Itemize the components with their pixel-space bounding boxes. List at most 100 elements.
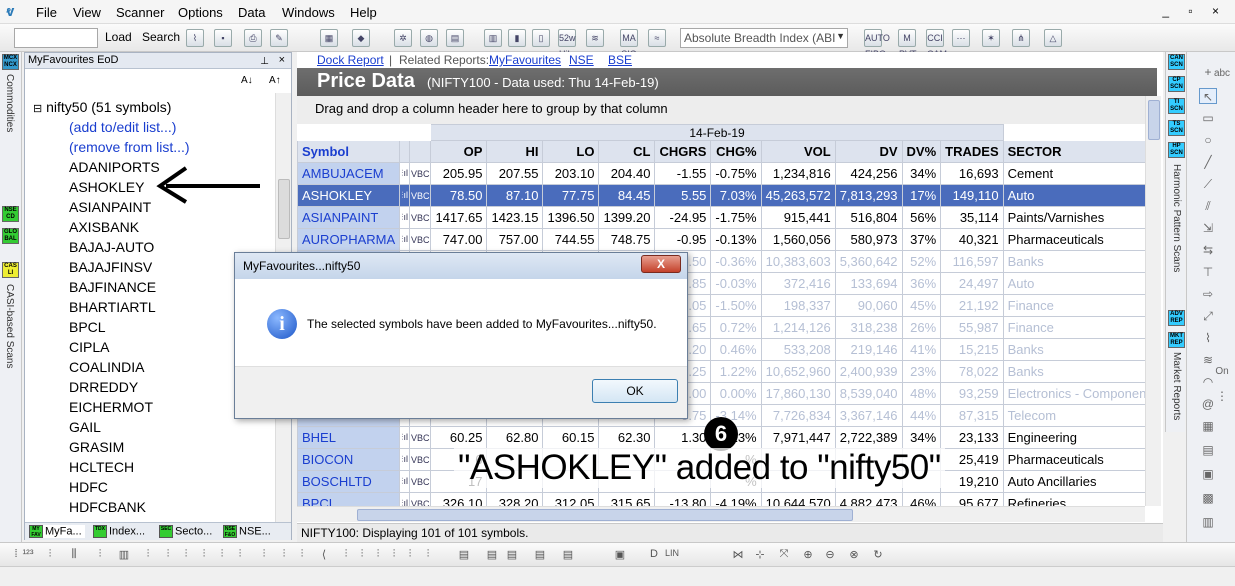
bottom-tool-icon[interactable]: ↻	[870, 548, 886, 562]
favourite-symbol[interactable]: HDFC	[69, 477, 190, 497]
vbc-icon[interactable]: VBC	[408, 448, 432, 471]
bottom-tool-icon[interactable]: ⫶	[256, 548, 272, 562]
scroll-thumb[interactable]	[278, 179, 290, 239]
favourite-symbol[interactable]: BAJAJ-AUTO	[69, 237, 190, 257]
channel-icon[interactable]: ⫽	[1199, 198, 1217, 214]
column-header[interactable]: DV	[834, 140, 903, 163]
triangle-icon[interactable]: △	[1044, 29, 1062, 47]
table-cell[interactable]: BOSCHLTD	[297, 470, 401, 493]
menu-file[interactable]: File	[36, 5, 57, 20]
report-icon[interactable]: ▤	[446, 29, 464, 47]
favourite-symbol[interactable]: GAIL	[69, 417, 190, 437]
save-icon[interactable]: ▪	[214, 29, 232, 47]
mkt-rep-badge[interactable]: MKT REP	[1168, 332, 1185, 348]
cci-cam-icon[interactable]: CCI CAM	[926, 29, 947, 59]
bottom-tool-icon[interactable]: ⫶	[354, 548, 370, 562]
commodities-tab[interactable]: Commodities	[4, 74, 15, 132]
ti-scan-badge[interactable]: TI SCN	[1168, 98, 1185, 114]
fib-icon[interactable]: ▤	[1199, 442, 1217, 458]
bottom-tool-icon[interactable]: ⫶	[214, 548, 230, 562]
table-row[interactable]: ASHOKLEY ⫶ıl VBC 78.50 87.10 77.75 84.45 5.55 7.…	[297, 184, 1145, 207]
text-tool-icon[interactable]: abc	[1213, 66, 1231, 82]
vbc-icon[interactable]: VBC	[408, 228, 432, 251]
vbc-icon[interactable]: VBC	[408, 162, 432, 185]
vbc-icon[interactable]: VBC	[408, 426, 432, 449]
table-cell[interactable]: AUROPHARMA	[297, 228, 401, 251]
bottom-tool-icon[interactable]: ⫼	[66, 548, 82, 562]
column-header[interactable]: LO	[542, 140, 600, 163]
bse-link[interactable]: BSE	[608, 52, 632, 68]
symbol-input[interactable]	[14, 28, 98, 48]
column-header[interactable]: TRADES	[940, 140, 1004, 163]
dock-report-link[interactable]: Dock Report	[317, 52, 384, 68]
bottom-tool-icon[interactable]: ⤧	[776, 548, 792, 562]
ellipse-icon[interactable]: ○	[1199, 132, 1217, 148]
pattern-icon[interactable]: ⤢	[1199, 308, 1217, 324]
bottom-tool-icon[interactable]: ▤	[532, 548, 548, 562]
bottom-tool-icon[interactable]: ⫶	[160, 548, 176, 562]
favourite-symbol[interactable]: GRASIM	[69, 437, 190, 457]
table-cell[interactable]: ASHOKLEY	[297, 184, 401, 207]
bottom-tool-icon[interactable]: ⫶	[420, 548, 436, 562]
favourite-symbol[interactable]: BHARTIARTL	[69, 297, 190, 317]
group-by-area[interactable]: Drag and drop a column header here to gr…	[297, 96, 1145, 124]
bottom-tool-icon[interactable]: ▤	[484, 548, 500, 562]
print-icon[interactable]: ⎙	[244, 29, 262, 47]
favourite-symbol[interactable]: DRREDDY	[69, 377, 190, 397]
column-header[interactable]: OP	[430, 140, 488, 163]
table-row[interactable]: ASIANPAINT ⫶ıl VBC 1417.65 1423.15 1396.50 139…	[297, 206, 1145, 229]
on-toggle[interactable]: On	[1213, 364, 1231, 380]
globe-icon[interactable]: ◍	[420, 29, 438, 47]
casi-scans-tab[interactable]: CASI-based Scans	[4, 284, 15, 369]
tab-myfavourites[interactable]: MY FAV MyFa...	[29, 525, 85, 538]
close-icon[interactable]: ×	[279, 53, 285, 68]
favourite-symbol[interactable]: BPCL	[69, 317, 190, 337]
vbc-icon[interactable]: VBC	[408, 206, 432, 229]
network-icon[interactable]: ✲	[394, 29, 412, 47]
bottom-tool-icon[interactable]: ⊖	[822, 548, 838, 562]
grid-icon[interactable]: ▦	[1199, 418, 1217, 434]
linear-scale-toggle[interactable]: LIN	[660, 548, 684, 562]
table-cell[interactable]: ASIANPAINT	[297, 206, 401, 229]
grid-horizontal-scrollbar[interactable]	[297, 506, 1145, 522]
favourite-symbol[interactable]: HDFCBANK	[69, 497, 190, 517]
can-scan-badge[interactable]: CAN SCN	[1168, 54, 1185, 70]
sort-asc-button[interactable]: A↓	[241, 75, 253, 86]
line-icon[interactable]: ╱	[1199, 154, 1217, 170]
chart-icon[interactable]: ⌇	[186, 29, 204, 47]
scroll-thumb[interactable]	[357, 509, 853, 521]
bottom-tool-icon[interactable]: ⫶	[338, 548, 354, 562]
menu-scanner[interactable]: Scanner	[116, 5, 164, 20]
mini-chart-icon[interactable]: ⫶ıl	[399, 206, 410, 229]
zigzag-icon[interactable]: ⌇	[1199, 330, 1217, 346]
favourite-symbol[interactable]: AXISBANK	[69, 217, 190, 237]
box-icon[interactable]: ▣	[1199, 466, 1217, 482]
mini-chart-icon[interactable]: ⫶ıl	[399, 448, 410, 471]
table-row[interactable]: AMBUJACEM ⫶ıl VBC 205.95 207.55 203.10 204.40-…	[297, 162, 1145, 185]
marker-icon[interactable]: ⇨	[1199, 286, 1217, 302]
menu-windows[interactable]: Windows	[282, 5, 335, 20]
candles-icon[interactable]: ▮	[508, 29, 526, 47]
global-badge[interactable]: GLO BAL	[2, 228, 19, 244]
move-icon[interactable]: ⇆	[1199, 242, 1217, 258]
add-edit-list-link[interactable]: (add to/edit list...)	[33, 117, 190, 137]
table-cell[interactable]: BHEL	[297, 426, 401, 449]
pivot-icon[interactable]: M PVT	[898, 29, 917, 59]
bottom-tool-icon[interactable]: D	[646, 548, 662, 562]
bottom-tool-icon[interactable]: ⫶	[370, 548, 386, 562]
load-button[interactable]: Load	[105, 30, 132, 44]
trend-icon[interactable]: ≈	[648, 29, 666, 47]
ray-icon[interactable]: ⟋	[1199, 176, 1217, 192]
pointer-icon[interactable]: ↖	[1199, 88, 1217, 104]
table-row[interactable]: AUROPHARMA ⫶ıl VBC 747.00 757.00 744.55 748.75…	[297, 228, 1145, 251]
diamond-icon[interactable]: ◆	[352, 29, 370, 47]
column-header[interactable]: Symbol	[297, 140, 401, 163]
mini-chart-icon[interactable]: ⫶ıl	[399, 184, 410, 207]
mini-chart-icon[interactable]: ⫶ıl	[399, 162, 410, 185]
column-header[interactable]: DV%	[901, 140, 942, 163]
adv-rep-badge[interactable]: ADV REP	[1168, 310, 1185, 326]
table-cell[interactable]: BIOCON	[297, 448, 401, 471]
mini-chart-icon[interactable]: ⫶ıl	[399, 228, 410, 251]
window-controls[interactable]: _ ▫ ×	[1162, 4, 1227, 18]
favourite-symbol[interactable]: EICHERMOT	[69, 397, 190, 417]
